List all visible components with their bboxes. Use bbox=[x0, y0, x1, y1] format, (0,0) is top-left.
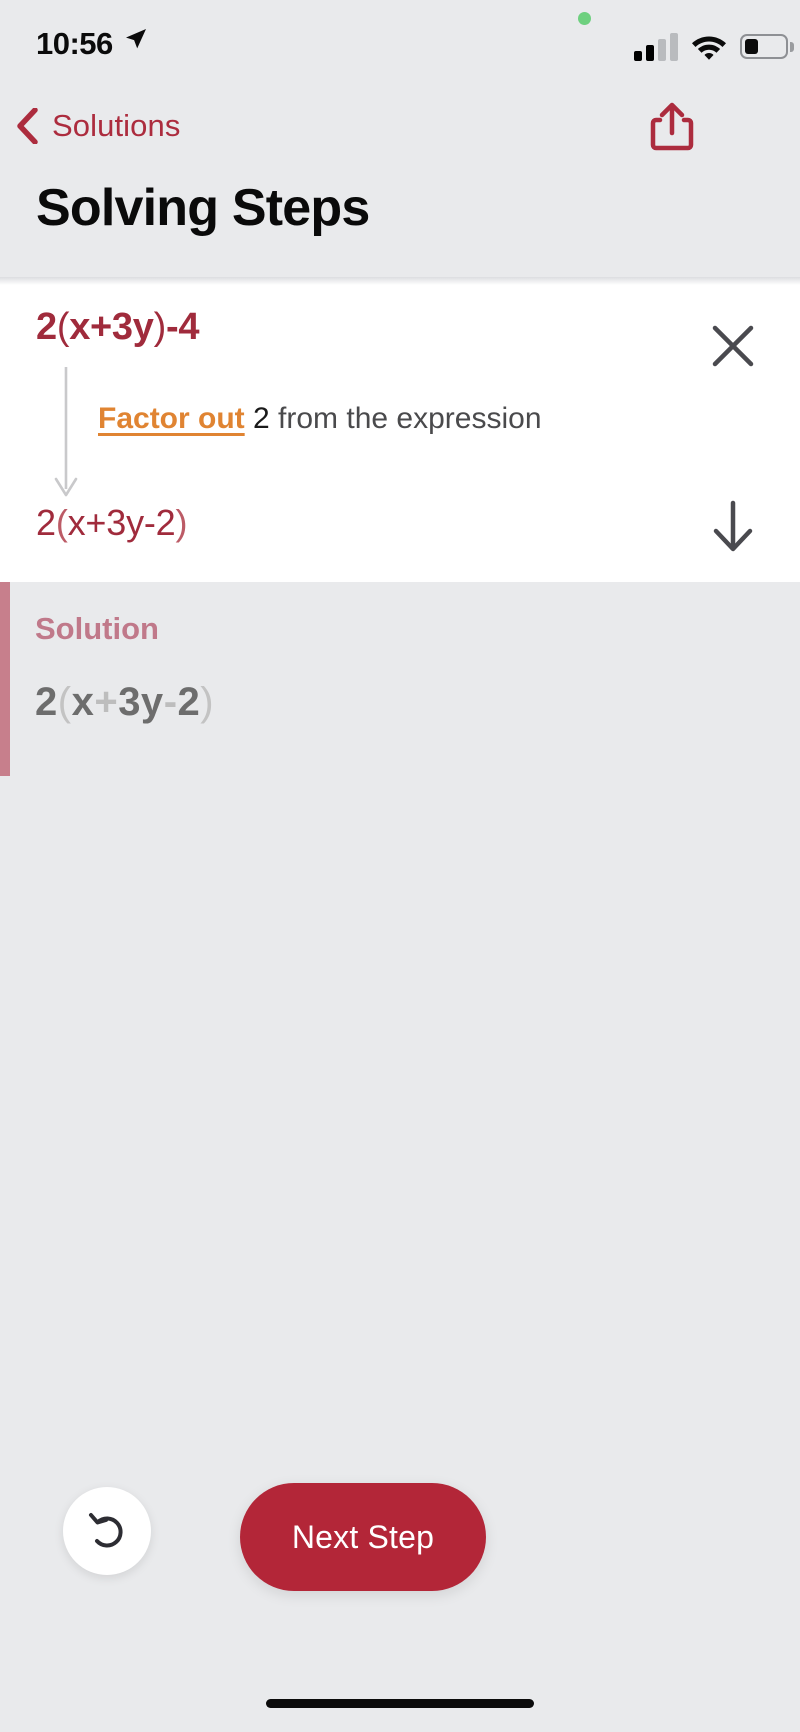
hint-rest: from the expression bbox=[278, 402, 542, 435]
expr-before-lead: 2 bbox=[36, 306, 57, 348]
app-screen: 10:56 Solutions Solving Steps 2(x+3y)-4 … bbox=[0, 0, 800, 1732]
expr-before-tail: -4 bbox=[165, 306, 200, 348]
next-step-button[interactable]: Next Step bbox=[240, 1483, 486, 1591]
solution-lead: 2 bbox=[35, 680, 58, 724]
solution-close-paren: ) bbox=[200, 680, 215, 724]
undo-button[interactable] bbox=[63, 1487, 151, 1575]
solving-step-card: 2(x+3y)-4 Factor out 2 from the expressi… bbox=[0, 277, 800, 582]
expr-after-inner: x+3y-2 bbox=[67, 502, 176, 543]
navigation-bar: Solutions bbox=[0, 95, 800, 165]
solution-plus: + bbox=[94, 680, 119, 724]
expr-before-close-paren: ) bbox=[153, 306, 167, 348]
solution-open-paren: ( bbox=[57, 680, 72, 724]
solution-expression: 2(x+3y-2) bbox=[35, 680, 214, 725]
back-button[interactable]: Solutions bbox=[16, 95, 180, 157]
share-button[interactable] bbox=[644, 95, 700, 157]
share-upload-icon bbox=[650, 102, 694, 151]
back-label: Solutions bbox=[52, 108, 181, 143]
home-indicator bbox=[266, 1699, 534, 1708]
chevron-left-icon bbox=[17, 108, 38, 144]
expr-before-inner: x+3y bbox=[69, 306, 154, 348]
solution-minus: - bbox=[163, 680, 178, 724]
factor-out-link[interactable]: Factor out bbox=[98, 402, 245, 435]
solution-block: Solution 2(x+3y-2) bbox=[0, 582, 800, 776]
green-recording-dot bbox=[578, 12, 591, 25]
solution-term-x: x bbox=[71, 680, 95, 724]
solution-label: Solution bbox=[35, 611, 159, 646]
card-top-shadow bbox=[0, 277, 800, 285]
close-x-icon[interactable] bbox=[708, 321, 758, 371]
location-arrow-icon bbox=[126, 29, 146, 49]
expr-after-open-paren: ( bbox=[55, 502, 68, 543]
expr-before-open-paren: ( bbox=[56, 306, 70, 348]
solution-term-3y: 3y bbox=[118, 680, 164, 724]
solution-term-2: 2 bbox=[177, 680, 201, 724]
expression-after: 2(x+3y-2) bbox=[36, 502, 187, 544]
expr-after-close-paren: ) bbox=[175, 502, 188, 543]
wifi-icon bbox=[692, 36, 726, 60]
cellular-signal-icon bbox=[634, 33, 678, 61]
down-arrow-connector-icon bbox=[54, 367, 78, 497]
solution-accent-bar bbox=[0, 582, 10, 776]
battery-tip-icon bbox=[790, 42, 794, 52]
undo-arrow-icon bbox=[89, 1513, 123, 1548]
page-title: Solving Steps bbox=[36, 179, 370, 237]
status-time: 10:56 bbox=[36, 26, 113, 61]
expr-after-lead: 2 bbox=[36, 502, 56, 543]
step-hint: Factor out 2 from the expression bbox=[98, 402, 542, 436]
battery-icon bbox=[740, 34, 788, 59]
hint-number: 2 bbox=[253, 402, 270, 435]
status-bar: 10:56 bbox=[0, 0, 800, 78]
arrow-down-icon[interactable] bbox=[708, 499, 758, 553]
expression-before: 2(x+3y)-4 bbox=[36, 306, 199, 349]
